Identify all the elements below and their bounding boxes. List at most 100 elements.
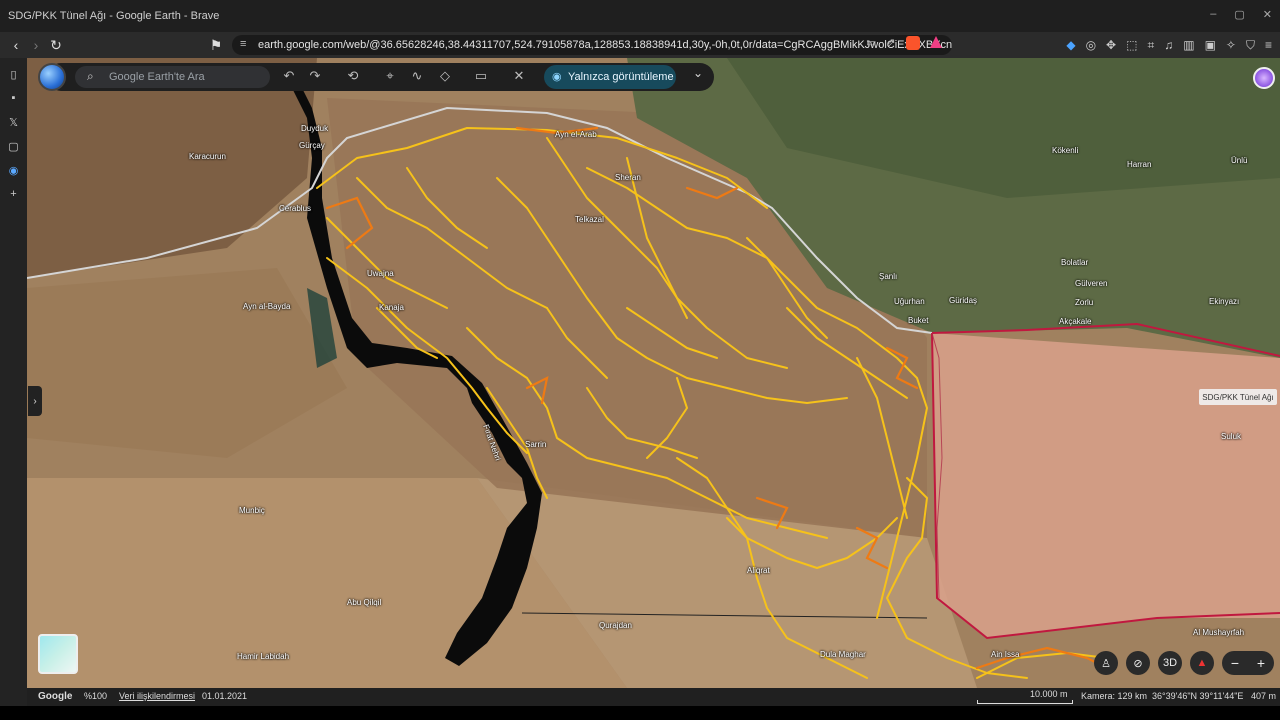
map-label: Dula Maghar bbox=[820, 650, 866, 659]
tools-icon[interactable]: ✕ bbox=[510, 68, 528, 84]
layer-name-text: SDG/PKK Tünel Ağı bbox=[1202, 392, 1274, 402]
expand-panel-icon[interactable]: › bbox=[28, 386, 42, 416]
extension-icon[interactable]: ⬚ bbox=[1126, 38, 1137, 52]
map-label: Munbiç bbox=[239, 506, 265, 515]
map-label: Duyduk bbox=[301, 124, 329, 133]
earth-menu-icon[interactable] bbox=[38, 63, 66, 91]
map-label: Ayn al-Bayda bbox=[243, 302, 291, 311]
add-icon[interactable]: + bbox=[0, 182, 27, 206]
map-label: Kökenli bbox=[1052, 146, 1079, 155]
view-only-button[interactable]: ◉ Yalnızca görüntüleme bbox=[544, 65, 676, 89]
pegman-icon[interactable]: ♙ bbox=[1094, 651, 1118, 675]
redo-icon[interactable]: ↷ bbox=[306, 68, 324, 84]
earth-map[interactable]: Duyduk Gürçay Karacurun Cerablus Ayn el-… bbox=[27, 58, 1280, 688]
map-label: Harran bbox=[1127, 160, 1152, 169]
bookmark-icon[interactable]: ⚑ bbox=[206, 35, 226, 55]
map-label: Uwajna bbox=[367, 269, 394, 278]
google-logo: Google bbox=[38, 691, 73, 702]
3d-toggle-button[interactable]: 3D bbox=[1158, 651, 1182, 675]
zoom-level[interactable]: %100 bbox=[84, 691, 107, 701]
map-label: Ekinyazı bbox=[1209, 297, 1240, 306]
x-icon[interactable]: 𝕏 bbox=[0, 110, 27, 134]
extension-icon[interactable]: ⌗ bbox=[1147, 38, 1154, 53]
cast-icon[interactable]: ▭ bbox=[866, 36, 876, 50]
measure-icon[interactable]: ▭ bbox=[472, 68, 490, 84]
map-label: Uğurhan bbox=[894, 297, 925, 306]
sidebar-app-icon[interactable]: ▢ bbox=[0, 134, 27, 158]
extension-icon[interactable]: ◎ bbox=[1086, 38, 1096, 52]
layers-icon[interactable]: ◇ bbox=[436, 68, 454, 84]
layer-name-tag[interactable]: SDG/PKK Tünel Ağı bbox=[1199, 389, 1277, 405]
search-input[interactable]: ⌕ Google Earth'te Ara bbox=[75, 66, 270, 88]
search-icon: ⌕ bbox=[87, 69, 94, 83]
leo-icon[interactable]: ✧ bbox=[1226, 38, 1236, 52]
zoom-in-icon[interactable]: + bbox=[1257, 655, 1265, 671]
vpn-icon[interactable]: ⛉ bbox=[1246, 38, 1255, 53]
window-titlebar: SDG/PKK Tünel Ağı - Google Earth - Brave… bbox=[0, 0, 1280, 32]
menu-icon[interactable]: ≡ bbox=[1265, 38, 1272, 52]
extension-icon[interactable]: ◆ bbox=[1066, 38, 1075, 52]
url-text: earth.google.com/web/@36.65628246,38.443… bbox=[258, 39, 952, 51]
map-label: Gülveren bbox=[1075, 279, 1108, 288]
search-placeholder: Google Earth'te Ara bbox=[109, 71, 205, 83]
screen-bottom bbox=[0, 706, 1280, 720]
compass-icon[interactable]: ▲ bbox=[1190, 651, 1214, 675]
forward-icon[interactable]: › bbox=[26, 35, 46, 55]
zoom-out-icon[interactable]: − bbox=[1231, 655, 1239, 671]
brave-rewards-icon[interactable] bbox=[929, 36, 942, 48]
history-icon[interactable]: ⟲ bbox=[344, 68, 362, 84]
3d-label: 3D bbox=[1162, 657, 1178, 669]
scale-bar bbox=[977, 700, 1073, 704]
path-icon[interactable]: ∿ bbox=[408, 68, 426, 84]
music-icon[interactable]: ♫ bbox=[1164, 38, 1173, 52]
url-actions: ▭ ⇗ bbox=[866, 36, 942, 50]
extensions-area: ◆ ◎ ✥ ⬚ ⌗ ♫ ▥ ▣ ✧ ⛉ ≡ bbox=[1066, 32, 1272, 58]
map-label: Karacurun bbox=[189, 152, 226, 161]
earth-icon[interactable]: ◉ bbox=[0, 158, 27, 182]
map-label: Sheran bbox=[615, 173, 641, 182]
earth-statusbar: Google %100 Veri ilişkilendirmesi 01.01.… bbox=[27, 688, 1280, 706]
cursor-coordinates: 36°39'46"N 39°11'44"E bbox=[1152, 691, 1244, 701]
browser-sidebar: ▯ ▪ 𝕏 ▢ ◉ + bbox=[0, 58, 27, 706]
window-title: SDG/PKK Tünel Ağı - Google Earth - Brave bbox=[8, 10, 220, 22]
wallet-icon[interactable]: ▣ bbox=[1205, 38, 1216, 52]
map-label: Zorlu bbox=[1075, 298, 1094, 307]
map-label: Ünlü bbox=[1231, 156, 1248, 165]
puzzle-icon[interactable]: ✥ bbox=[1106, 38, 1116, 52]
map-label: Şanlı bbox=[879, 272, 898, 281]
site-settings-icon[interactable]: ≡ bbox=[240, 38, 246, 50]
map-label: Hamir Labidah bbox=[237, 652, 290, 661]
minimize-icon[interactable]: – bbox=[1210, 8, 1216, 21]
map-label: Qurajdan bbox=[599, 621, 632, 630]
map-label: Akçakale bbox=[1059, 317, 1092, 326]
placemark-icon[interactable]: ⌖ bbox=[381, 68, 399, 84]
sidebar-panel-icon[interactable]: ▯ bbox=[0, 62, 27, 86]
reload-icon[interactable]: ↻ bbox=[46, 35, 66, 55]
view-only-label: Yalnızca görüntüleme bbox=[568, 71, 674, 83]
map-label: Cerablus bbox=[279, 204, 312, 213]
share-icon[interactable]: ⇗ bbox=[886, 36, 895, 50]
camera-altitude: Kamera: 129 km bbox=[1081, 691, 1148, 701]
map-label: Gürçay bbox=[299, 141, 325, 150]
eye-icon: ◉ bbox=[552, 71, 562, 83]
url-bar[interactable]: ≡ earth.google.com/web/@36.65628246,38.4… bbox=[232, 35, 952, 55]
close-icon[interactable]: ✕ bbox=[1263, 8, 1272, 21]
chevron-down-icon[interactable]: ⌄ bbox=[688, 66, 708, 86]
map-style-thumbnail[interactable] bbox=[38, 634, 78, 674]
map-label: Abu Qilqil bbox=[347, 598, 382, 607]
undo-icon[interactable]: ↶ bbox=[280, 68, 298, 84]
map-label: Kanaja bbox=[379, 303, 404, 312]
maximize-icon[interactable]: ▢ bbox=[1234, 8, 1244, 21]
sidebar-toggle-icon[interactable]: ▥ bbox=[1183, 38, 1194, 52]
window-controls: – ▢ ✕ bbox=[1210, 8, 1272, 21]
elevation: 407 m bbox=[1251, 691, 1277, 701]
avatar[interactable] bbox=[1253, 67, 1275, 89]
brave-shields-icon[interactable] bbox=[905, 36, 920, 50]
sidebar-app-icon[interactable]: ▪ bbox=[0, 86, 27, 110]
location-off-icon[interactable]: ⊘ bbox=[1126, 651, 1150, 675]
map-label: Bolatlar bbox=[1061, 258, 1089, 267]
back-icon[interactable]: ‹ bbox=[6, 35, 26, 55]
data-attribution-link[interactable]: Veri ilişkilendirmesi bbox=[119, 691, 195, 701]
scale-text: 10.000 m bbox=[1030, 689, 1068, 699]
map-label: Telkazal bbox=[575, 215, 604, 224]
